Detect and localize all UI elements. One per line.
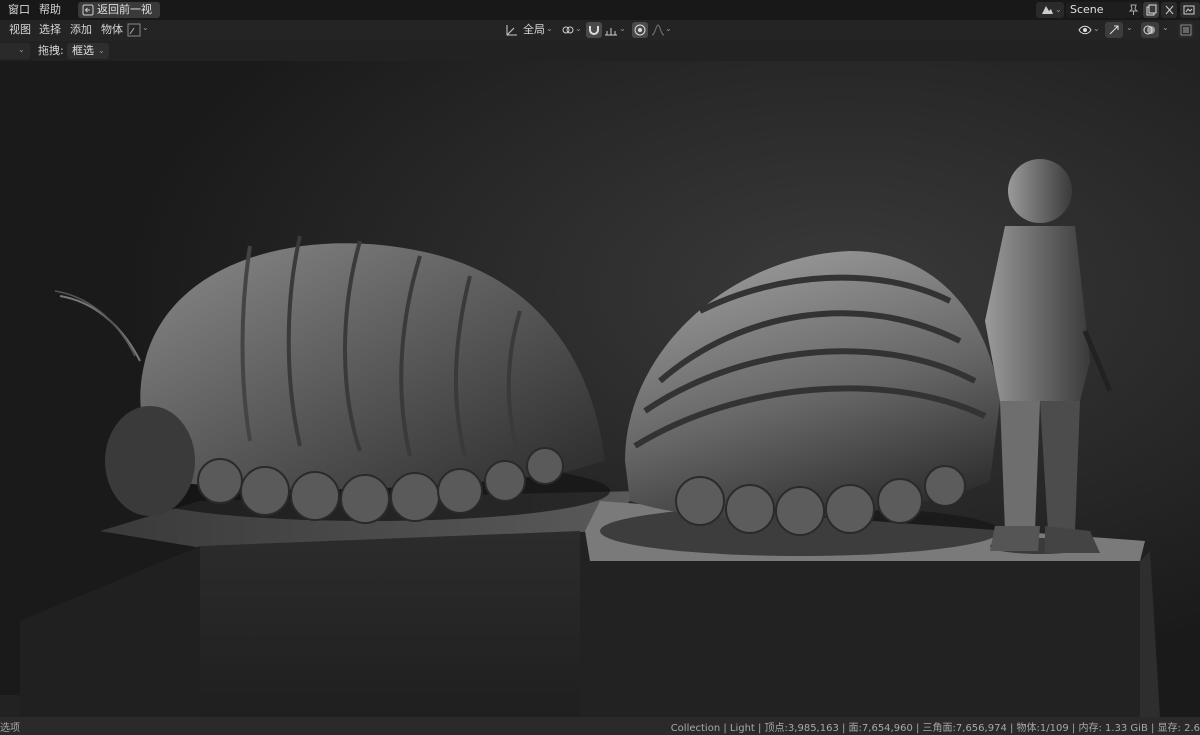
- scene-name: Scene: [1070, 3, 1104, 16]
- status-bar: 选项 Collection | Light | 顶点:3,985,163 | 面…: [0, 717, 1200, 735]
- object-mode-icon: [127, 23, 141, 37]
- back-to-previous-button[interactable]: 返回前一视图: [78, 2, 160, 32]
- overlay-icon: [1143, 25, 1155, 35]
- chevron-down-icon: ⌄: [18, 45, 25, 54]
- tool-dropdown[interactable]: ⌄: [0, 43, 30, 59]
- menu-object[interactable]: 物体: [101, 20, 123, 40]
- snap-increment-icon: [605, 28, 617, 36]
- chevron-down-icon: ⌄: [665, 24, 672, 33]
- link-icon: [562, 26, 574, 34]
- scene-statistics: Collection | Light | 顶点:3,985,163 | 面:7,…: [670, 723, 1200, 734]
- gizmo-icon: [1109, 25, 1119, 35]
- proportional-edit-icon: [634, 24, 646, 36]
- back-icon: [82, 4, 94, 16]
- chevron-down-icon: ⌄: [142, 23, 149, 32]
- xray-toggle[interactable]: [1178, 22, 1194, 38]
- chevron-down-icon: ⌄: [619, 24, 626, 33]
- drag-label: 拖拽:: [38, 44, 64, 57]
- copy-icon: [1146, 4, 1157, 16]
- menu-window[interactable]: 窗口: [2, 0, 36, 20]
- chevron-down-icon[interactable]: ⌄: [1162, 23, 1169, 32]
- magnet-icon: [589, 26, 599, 35]
- scene-selector[interactable]: ⌄: [1036, 2, 1064, 18]
- top-bar: 窗口 帮助 返回前一视图 ⌄ Scene: [0, 0, 1200, 32]
- chevron-down-icon: ⌄: [1093, 24, 1100, 33]
- menu-select[interactable]: 选择: [39, 20, 61, 40]
- visibility-dropdown[interactable]: ⌄: [1078, 23, 1102, 38]
- snap-toggle[interactable]: [586, 22, 602, 38]
- view-layer-selector[interactable]: [1180, 2, 1200, 18]
- menu-view[interactable]: 视图: [9, 20, 31, 40]
- drag-mode-value: 框选: [72, 44, 94, 57]
- 3d-viewport[interactable]: [0, 61, 1200, 717]
- pivot-point-dropdown[interactable]: ⌄: [561, 23, 583, 38]
- chevron-down-icon: ⌄: [575, 24, 582, 33]
- sidebar-toggle[interactable]: [0, 695, 20, 717]
- eye-icon: [1078, 25, 1092, 35]
- chevron-down-icon: ⌄: [98, 46, 105, 55]
- viewport-header: 视图 选择 添加 物体 ⌄ 全局 ⌄ ⌄ ⌄ ⌄ ⌄ ⌄ ⌄: [0, 20, 1200, 41]
- transform-orientation-dropdown[interactable]: 全局 ⌄: [505, 23, 553, 38]
- scene-icon: [1042, 6, 1053, 14]
- viewport-render: [0, 61, 1200, 717]
- menu-help[interactable]: 帮助: [33, 0, 67, 20]
- chevron-down-icon[interactable]: ⌄: [1126, 23, 1133, 32]
- status-left-text: 选项: [0, 723, 20, 734]
- object-mode-dropdown[interactable]: ⌄: [127, 23, 151, 38]
- falloff-curve-icon: [651, 24, 665, 36]
- falloff-dropdown[interactable]: ⌄: [651, 23, 673, 38]
- xray-icon: [1180, 24, 1192, 36]
- drag-mode-dropdown[interactable]: 框选 ⌄: [67, 43, 109, 59]
- chevron-down-icon: ⌄: [546, 24, 553, 33]
- orientation-value: 全局: [523, 23, 545, 36]
- gizmo-toggle[interactable]: [1105, 22, 1123, 38]
- close-icon: [1165, 5, 1174, 15]
- pin-icon: [1128, 4, 1139, 15]
- new-scene-button[interactable]: [1143, 2, 1159, 18]
- chevron-down-icon: ⌄: [1055, 5, 1062, 14]
- orientation-icon: [506, 25, 517, 36]
- proportional-editing-toggle[interactable]: [632, 22, 648, 38]
- tool-settings-header: ⌄ 拖拽: 框选 ⌄: [0, 41, 1200, 61]
- snap-target-dropdown[interactable]: ⌄: [604, 23, 628, 38]
- layers-icon: [1183, 5, 1195, 15]
- delete-scene-button[interactable]: [1161, 2, 1177, 18]
- menu-add[interactable]: 添加: [70, 20, 92, 40]
- overlays-toggle[interactable]: [1141, 22, 1159, 38]
- scene-name-field[interactable]: Scene: [1066, 2, 1142, 18]
